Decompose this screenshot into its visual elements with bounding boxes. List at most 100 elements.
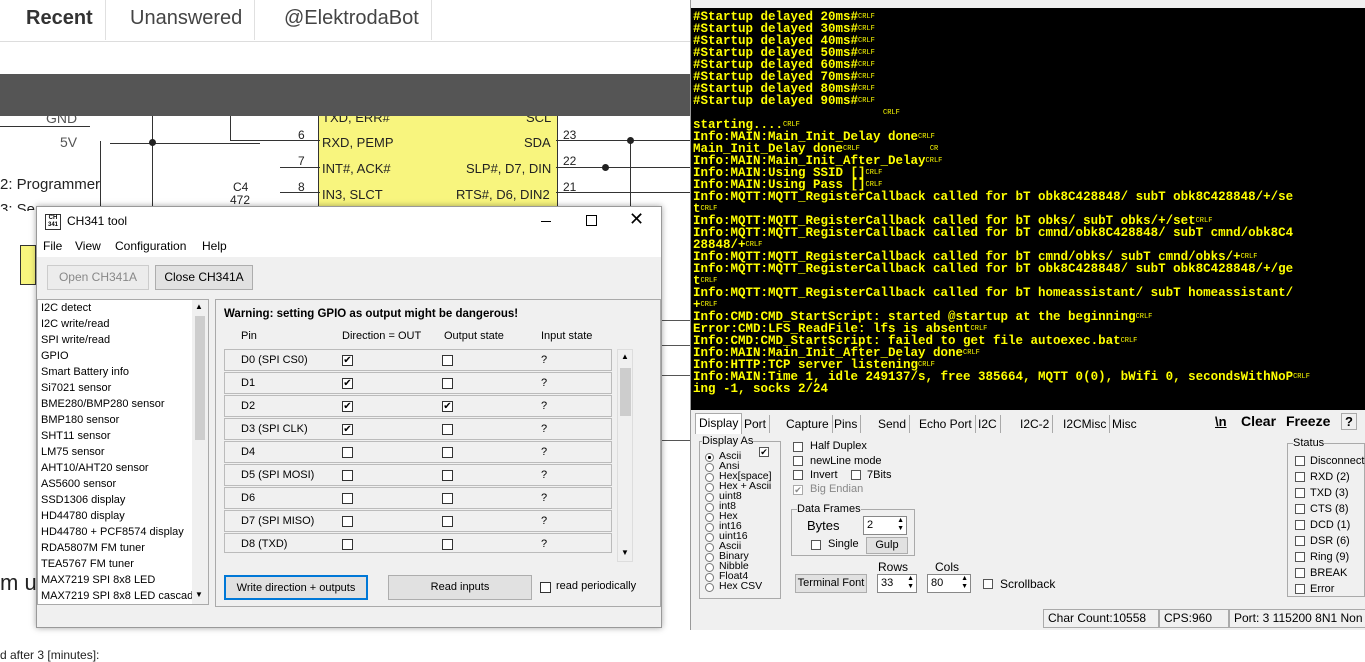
list-item[interactable]: Smart Battery info — [41, 366, 129, 378]
format-radio[interactable] — [705, 513, 714, 522]
tab-capture[interactable]: Capture — [783, 415, 833, 433]
minimize-icon[interactable] — [541, 221, 551, 222]
direction-checkbox[interactable]: ✔ — [342, 355, 353, 366]
output-checkbox[interactable]: ✔ — [442, 401, 453, 412]
list-item[interactable]: MAX7219 SPI 8x8 LED — [41, 574, 155, 586]
help-button[interactable]: ? — [1341, 413, 1357, 430]
spinner-icon[interactable]: ▲ ▼ — [961, 575, 968, 591]
list-item[interactable]: TEA5767 FM tuner — [41, 558, 134, 570]
terminal-output[interactable]: #Startup delayed 20ms#CRLF #Startup delay… — [691, 8, 1365, 410]
display-as-checkbox[interactable]: ✔ — [759, 447, 769, 457]
tab-echo-port[interactable]: Echo Port — [916, 415, 976, 433]
format-radio[interactable] — [705, 463, 714, 472]
invert-checkbox[interactable] — [793, 470, 803, 480]
7bits-checkbox[interactable] — [851, 470, 861, 480]
format-radio[interactable] — [705, 563, 714, 572]
read-periodically-checkbox[interactable] — [540, 582, 551, 593]
list-item[interactable]: AHT10/AHT20 sensor — [41, 462, 149, 474]
direction-checkbox[interactable]: ✔ — [342, 378, 353, 389]
list-item[interactable]: MAX7219 SPI 8x8 LED cascade — [41, 590, 199, 602]
direction-checkbox[interactable] — [342, 493, 353, 504]
gulp-button[interactable]: Gulp — [866, 537, 908, 554]
list-item[interactable]: Si7021 sensor — [41, 382, 111, 394]
output-checkbox[interactable] — [442, 493, 453, 504]
scroll-down-icon[interactable]: ▼ — [621, 548, 629, 557]
write-direction-outputs-button[interactable]: Write direction + outputs — [224, 575, 368, 600]
open-ch341a-button[interactable]: Open CH341A — [47, 265, 149, 290]
list-item[interactable]: I2C detect — [41, 302, 91, 314]
output-checkbox[interactable] — [442, 470, 453, 481]
spinner-icon[interactable]: ▲ ▼ — [897, 517, 904, 533]
terminal-font-button[interactable]: Terminal Font — [795, 574, 867, 593]
output-checkbox[interactable] — [442, 539, 453, 550]
scroll-up-icon[interactable]: ▲ — [621, 352, 629, 361]
format-radio[interactable] — [705, 483, 714, 492]
tab-pins[interactable]: Pins — [831, 415, 862, 433]
tab-display[interactable]: Display — [695, 413, 743, 434]
bytes-input[interactable]: 2 ▲ ▼ — [863, 516, 907, 535]
freeze-button[interactable]: Freeze — [1286, 413, 1330, 429]
format-radio[interactable] — [705, 523, 714, 532]
direction-checkbox[interactable] — [342, 447, 353, 458]
output-checkbox[interactable] — [442, 424, 453, 435]
format-radio[interactable] — [705, 573, 714, 582]
direction-checkbox[interactable]: ✔ — [342, 401, 353, 412]
format-radio[interactable] — [705, 533, 714, 542]
list-item[interactable]: BME280/BMP280 sensor — [41, 398, 165, 410]
scroll-up-icon[interactable]: ▲ — [195, 302, 203, 311]
tab-recent[interactable]: Recent — [14, 0, 106, 40]
list-item[interactable]: LM75 sensor — [41, 446, 105, 458]
tab-unanswered[interactable]: Unanswered — [118, 0, 256, 40]
close-icon[interactable]: ✕ — [629, 209, 644, 230]
list-item[interactable]: HD44780 display — [41, 510, 125, 522]
maximize-icon[interactable] — [586, 215, 597, 226]
single-checkbox[interactable] — [811, 540, 821, 550]
tab-i2c[interactable]: I2C — [975, 415, 1001, 433]
direction-checkbox[interactable] — [342, 470, 353, 481]
newline-mode-checkbox[interactable] — [793, 456, 803, 466]
tab-port[interactable]: Port — [741, 415, 771, 433]
tab-i2c-2[interactable]: I2C-2 — [1017, 415, 1054, 433]
gpio-scrollbar[interactable]: ▲ ▼ — [617, 349, 633, 562]
menu-view[interactable]: View — [75, 239, 101, 253]
clear-button[interactable]: Clear — [1241, 413, 1276, 429]
list-item[interactable]: GPIO — [41, 350, 69, 362]
tab-misc[interactable]: Misc — [1109, 415, 1140, 433]
list-item[interactable]: BMP180 sensor — [41, 414, 119, 426]
list-item[interactable]: RDA5807M FM tuner — [41, 542, 145, 554]
list-scrollbar[interactable]: ▲ ▼ — [192, 300, 208, 604]
list-item[interactable]: SPI write/read — [41, 334, 110, 346]
menu-configuration[interactable]: Configuration — [115, 239, 186, 253]
list-item[interactable]: HD44780 + PCF8574 display — [41, 526, 184, 538]
rows-input[interactable]: 33 ▲ ▼ — [877, 574, 917, 593]
format-radio[interactable] — [705, 453, 714, 462]
direction-checkbox[interactable]: ✔ — [342, 424, 353, 435]
scroll-down-icon[interactable]: ▼ — [195, 590, 203, 599]
function-list[interactable]: I2C detect I2C write/read SPI write/read… — [37, 299, 209, 605]
gpio-scroll-thumb[interactable] — [620, 368, 631, 416]
list-item[interactable]: I2C write/read — [41, 318, 109, 330]
output-checkbox[interactable] — [442, 516, 453, 527]
spinner-icon[interactable]: ▲ ▼ — [907, 575, 914, 591]
cols-input[interactable]: 80 ▲ ▼ — [927, 574, 971, 593]
direction-checkbox[interactable] — [342, 516, 353, 527]
newline-button[interactable]: \n — [1215, 414, 1227, 429]
read-inputs-button[interactable]: Read inputs — [388, 575, 532, 600]
format-radio[interactable] — [705, 493, 714, 502]
output-checkbox[interactable] — [442, 355, 453, 366]
output-checkbox[interactable] — [442, 447, 453, 458]
list-scroll-thumb[interactable] — [195, 316, 205, 440]
format-radio[interactable] — [705, 543, 714, 552]
menu-file[interactable]: File — [43, 239, 62, 253]
tab-elektrodabot[interactable]: @ElektrodaBot — [272, 0, 432, 40]
tab-i2cmisc[interactable]: I2CMisc — [1060, 415, 1111, 433]
menu-help[interactable]: Help — [202, 239, 227, 253]
direction-checkbox[interactable] — [342, 539, 353, 550]
half-duplex-checkbox[interactable] — [793, 442, 803, 452]
scrollback-checkbox[interactable] — [983, 579, 993, 589]
format-radio[interactable] — [705, 503, 714, 512]
format-radio[interactable] — [705, 583, 714, 592]
list-item[interactable]: SSD1306 display — [41, 494, 125, 506]
close-ch341a-button[interactable]: Close CH341A — [155, 265, 253, 290]
tab-send[interactable]: Send — [875, 415, 911, 433]
